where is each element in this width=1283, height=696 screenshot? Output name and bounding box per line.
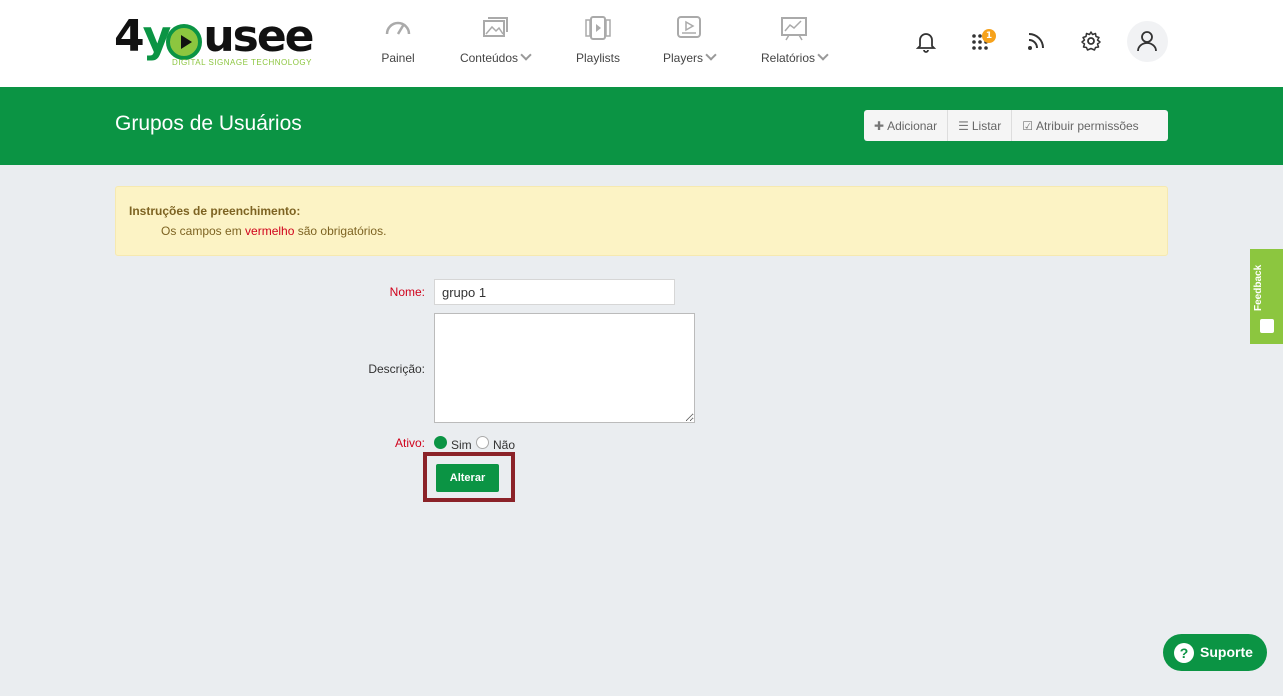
smiley-icon (1260, 319, 1274, 333)
chart-icon (781, 17, 807, 41)
chevron-down-icon (705, 49, 717, 61)
play-icon (166, 24, 202, 60)
add-button-label: Adicionar (887, 118, 938, 133)
feedback-label: Feedback (1253, 264, 1264, 311)
images-icon (483, 17, 508, 37)
ativo-nao-label: Não (493, 438, 516, 452)
alterar-button[interactable]: Alterar (436, 464, 499, 492)
gauge-icon (385, 21, 411, 35)
notification-badge: 1 (982, 29, 996, 43)
ativo-nao-radio[interactable] (476, 436, 489, 449)
nav-relatorios[interactable]: Relatórios (754, 14, 834, 74)
nav-label: Painel (381, 51, 415, 65)
logo-wordmark: 4y usee (114, 11, 315, 62)
brand-logo[interactable]: 4y usee DIGITAL SIGNAGE TECHNOLOGY (114, 11, 315, 70)
ativo-sim-label: Sim (451, 438, 472, 452)
page-title: Grupos de Usuários (115, 112, 302, 135)
bell-icon[interactable] (914, 29, 938, 53)
alert-title: Instruções de preenchimento: (129, 204, 301, 218)
list-button[interactable]: ☰ Listar (948, 110, 1013, 141)
feedback-tab[interactable]: Feedback (1250, 249, 1283, 344)
rss-icon[interactable] (1024, 29, 1048, 53)
check-square-icon: ☑ (1022, 118, 1033, 133)
top-navbar: 4y usee DIGITAL SIGNAGE TECHNOLOGY Painel… (0, 0, 1283, 87)
descricao-label: Descrição: (368, 362, 425, 376)
nav-label: Players (662, 51, 703, 65)
alert-text: Os campos em vermelho são obrigatórios. (161, 224, 387, 238)
assign-permissions-button[interactable]: ☑ Atribuir permissões (1012, 110, 1148, 141)
ativo-label: Ativo: (394, 436, 425, 450)
list-button-label: Listar (971, 118, 1002, 133)
chevron-down-icon (817, 49, 829, 61)
nav-conteudos[interactable]: Conteúdos (452, 14, 538, 74)
player-icon (677, 16, 701, 38)
playlist-icon (585, 16, 611, 40)
logo-tagline: DIGITAL SIGNAGE TECHNOLOGY (172, 58, 312, 67)
descricao-field[interactable] (434, 313, 695, 423)
avatar[interactable] (1127, 21, 1168, 62)
nome-field[interactable] (434, 279, 675, 305)
support-label: Suporte (1200, 644, 1253, 660)
header-actions: ✚ Adicionar ☰ Listar ☑ Atribuir permissões (864, 110, 1168, 141)
nav-playlists[interactable]: Playlists (572, 14, 624, 74)
nav-label: Relatórios (760, 51, 816, 65)
support-button[interactable]: ? Suporte (1163, 634, 1267, 671)
chevron-down-icon (520, 49, 532, 61)
nome-label: Nome: (389, 285, 425, 299)
ativo-sim-radio[interactable] (434, 436, 447, 449)
nav-label: Playlists (575, 51, 620, 65)
question-icon: ? (1174, 643, 1194, 663)
nav-painel[interactable]: Painel (372, 14, 424, 74)
alert-highlight: vermelho (245, 224, 295, 238)
list-icon: ☰ (958, 118, 969, 133)
gear-icon[interactable] (1079, 29, 1103, 53)
add-button[interactable]: ✚ Adicionar (864, 110, 949, 141)
assign-permissions-label: Atribuir permissões (1035, 118, 1139, 133)
plus-icon: ✚ (874, 118, 885, 133)
nav-players[interactable]: Players (658, 14, 720, 74)
user-icon (1137, 31, 1157, 52)
nav-label: Conteúdos (459, 51, 519, 65)
instructions-alert: Instruções de preenchimento: Os campos e… (115, 186, 1168, 256)
